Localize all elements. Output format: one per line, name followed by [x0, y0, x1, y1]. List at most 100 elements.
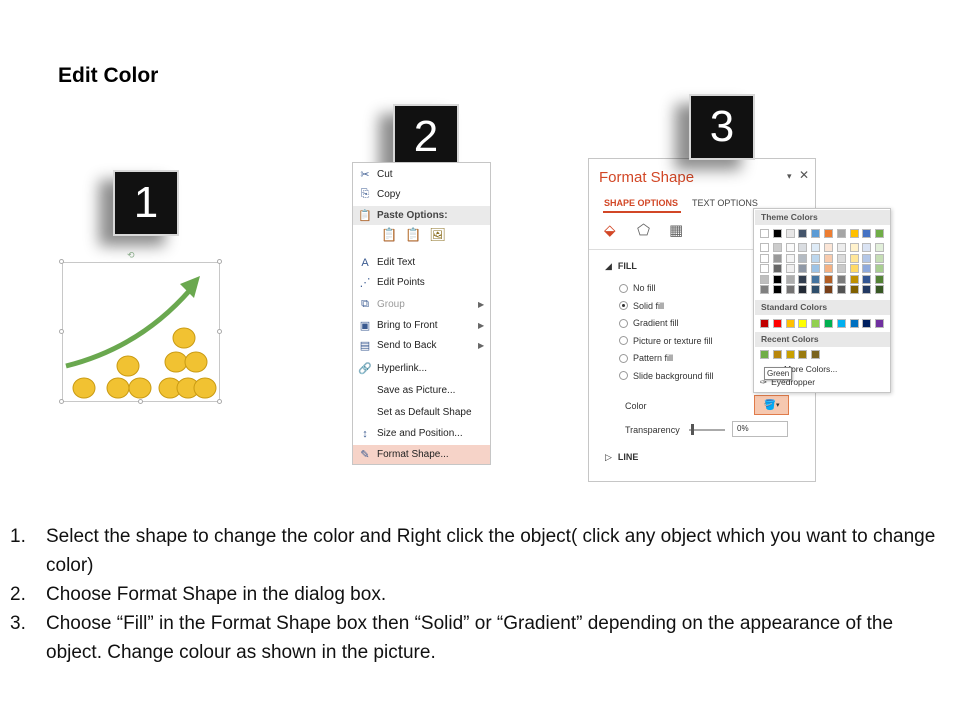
close-icon[interactable]: ✕ [799, 168, 809, 182]
color-swatch[interactable] [862, 264, 872, 273]
context-menu-item[interactable]: ▤ Send to Back ▶ [353, 336, 490, 355]
color-swatch[interactable] [862, 285, 872, 294]
color-swatch[interactable] [836, 274, 846, 284]
color-swatch[interactable] [760, 253, 769, 263]
color-swatch[interactable] [811, 285, 821, 294]
color-swatch[interactable] [862, 274, 872, 284]
fill-option[interactable]: Gradient fill [619, 316, 679, 330]
pane-options-dropdown-icon[interactable]: ▾ [787, 171, 792, 182]
context-menu-item[interactable]: Set as Default Shape [353, 403, 490, 422]
color-swatch[interactable] [772, 253, 782, 263]
color-swatch[interactable] [862, 253, 872, 263]
color-swatch[interactable] [785, 264, 795, 273]
color-swatch[interactable] [849, 274, 859, 284]
transparency-slider-thumb[interactable] [691, 424, 694, 435]
line-section-header[interactable]: ▷ LINE [605, 452, 638, 463]
color-swatch[interactable] [811, 274, 821, 284]
context-menu-item[interactable]: Save as Picture... [353, 381, 490, 400]
context-menu-item[interactable]: ⋰ Edit Points [353, 273, 490, 292]
color-swatch[interactable] [760, 264, 769, 273]
color-swatch[interactable] [785, 319, 795, 328]
color-swatch[interactable] [811, 350, 821, 359]
fill-option[interactable]: Picture or texture fill [619, 334, 713, 348]
color-swatch[interactable] [824, 229, 833, 238]
color-swatch[interactable] [760, 243, 769, 252]
radio-button[interactable] [619, 318, 628, 328]
color-swatch[interactable] [785, 243, 795, 252]
context-menu-item[interactable]: A Edit Text [353, 253, 490, 272]
color-swatch[interactable] [836, 319, 846, 328]
context-menu-item[interactable]: 🔗 Hyperlink... [353, 359, 490, 378]
paste-keep-formatting-icon[interactable]: 📋 [381, 227, 397, 251]
color-swatch[interactable] [798, 253, 808, 263]
color-swatch[interactable] [798, 243, 808, 252]
color-swatch[interactable] [798, 274, 808, 284]
fill-option[interactable]: Pattern fill [619, 351, 673, 365]
paste-merge-formatting-icon[interactable]: 📋 [405, 227, 421, 251]
tab-text-options[interactable]: TEXT OPTIONS [692, 198, 758, 208]
color-swatch[interactable] [824, 253, 833, 263]
context-menu-item[interactable]: ✂ Cut [353, 165, 490, 184]
color-swatch[interactable] [862, 243, 872, 252]
radio-button[interactable] [619, 301, 628, 310]
color-swatch[interactable] [760, 285, 769, 294]
color-swatch[interactable] [849, 319, 859, 328]
color-swatch[interactable] [785, 350, 795, 359]
color-swatch[interactable] [836, 285, 846, 294]
transparency-input[interactable]: 0% [732, 421, 788, 437]
color-swatch[interactable] [824, 264, 833, 273]
transparency-slider[interactable] [689, 429, 725, 431]
color-swatch[interactable] [836, 253, 846, 263]
color-swatch[interactable] [785, 274, 795, 284]
tab-shape-options[interactable]: SHAPE OPTIONS [604, 198, 678, 208]
radio-button[interactable] [619, 353, 628, 363]
fill-option[interactable]: No fill [619, 281, 656, 295]
color-swatch[interactable] [849, 264, 859, 273]
color-swatch[interactable] [836, 243, 846, 252]
color-swatch[interactable] [772, 285, 782, 294]
color-swatch[interactable] [824, 319, 833, 328]
color-swatch[interactable] [836, 229, 846, 238]
paste-picture-icon[interactable]: 🖼 [429, 227, 446, 251]
color-swatch[interactable] [875, 285, 885, 294]
color-swatch[interactable] [824, 274, 833, 284]
rotate-handle-icon[interactable]: ⟲ [127, 250, 135, 261]
color-swatch[interactable] [798, 319, 808, 328]
context-menu-item[interactable]: ⧉ Group ▶ [353, 295, 490, 314]
radio-button[interactable] [619, 336, 628, 345]
color-picker-button[interactable]: 🪣 ▾ [754, 395, 789, 415]
color-swatch[interactable] [836, 264, 846, 273]
color-swatch[interactable] [772, 243, 782, 252]
color-swatch[interactable] [849, 243, 859, 252]
context-menu-item[interactable]: ✎ Format Shape... [353, 445, 490, 464]
color-swatch[interactable] [772, 319, 782, 328]
color-swatch[interactable] [798, 350, 808, 359]
color-swatch[interactable] [785, 229, 795, 238]
color-swatch[interactable] [798, 285, 808, 294]
color-swatch[interactable] [875, 274, 885, 284]
radio-button[interactable] [619, 371, 628, 380]
color-swatch[interactable] [760, 319, 769, 328]
color-swatch[interactable] [772, 350, 782, 359]
radio-button[interactable] [619, 283, 628, 293]
color-swatch[interactable] [824, 285, 833, 294]
color-swatch[interactable] [772, 274, 782, 284]
fill-option[interactable]: Slide background fill [619, 369, 714, 383]
color-swatch[interactable] [785, 285, 795, 294]
color-swatch[interactable] [772, 264, 782, 273]
color-swatch[interactable] [760, 229, 769, 238]
context-menu-item[interactable]: ▣ Bring to Front ▶ [353, 316, 490, 335]
color-swatch[interactable] [811, 243, 821, 252]
color-swatch[interactable] [798, 264, 808, 273]
color-swatch[interactable] [875, 319, 885, 328]
color-swatch[interactable] [849, 253, 859, 263]
color-swatch[interactable] [772, 229, 782, 238]
color-swatch[interactable] [824, 243, 833, 252]
fill-option[interactable]: Solid fill [619, 299, 664, 313]
color-swatch[interactable] [811, 264, 821, 273]
color-swatch[interactable] [875, 229, 885, 238]
effects-icon[interactable]: ⬠ [637, 221, 650, 239]
fill-section-header[interactable]: ◢ FILL [605, 261, 637, 272]
color-swatch[interactable] [811, 229, 821, 238]
color-swatch[interactable] [849, 285, 859, 294]
